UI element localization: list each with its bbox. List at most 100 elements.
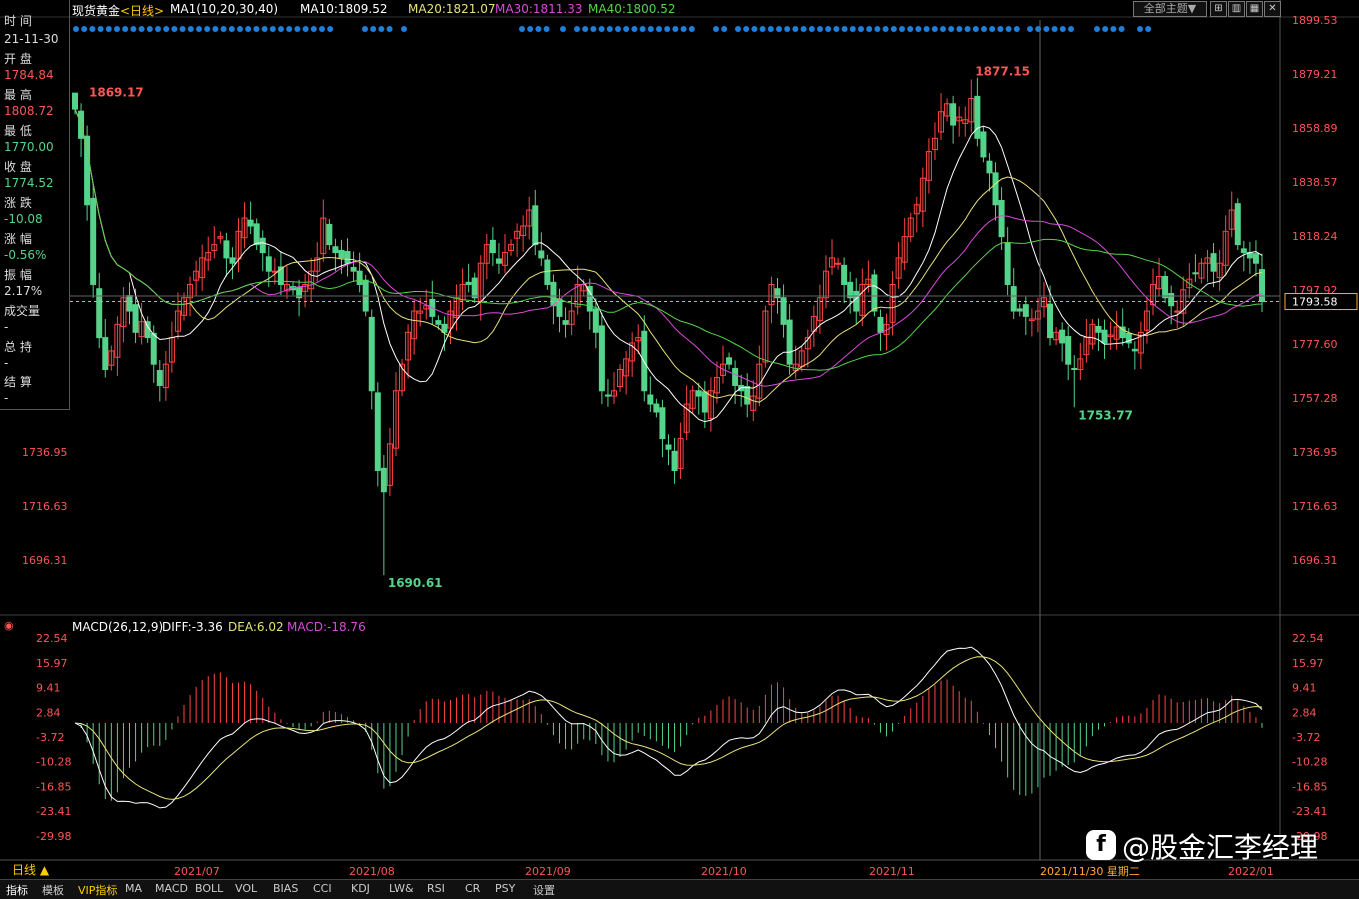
grid-icon[interactable]: ⊞ [1210, 1, 1227, 17]
signal-dot [721, 26, 728, 32]
signal-dot [370, 26, 377, 32]
candle-body [253, 223, 260, 246]
y-tick-label-right: 1716.63 [1292, 500, 1338, 513]
extreme-label: 1753.77 [1078, 408, 1133, 422]
signal-dot [269, 26, 276, 32]
signal-dot [560, 26, 566, 32]
y-tick-label-right: 1818.24 [1292, 230, 1338, 243]
signal-dot [155, 26, 161, 32]
close-label: 收 盘 [4, 160, 32, 174]
indicator-tab[interactable]: 模板 [42, 882, 64, 898]
candle-body [1168, 293, 1175, 307]
amp-value: 2.17% [4, 284, 43, 298]
candle-body [1022, 304, 1029, 317]
theme-dropdown[interactable]: 全部主题▼ [1133, 1, 1207, 17]
low-label: 最 低 [4, 124, 32, 138]
candle-body [338, 249, 345, 259]
signal-dot [220, 26, 227, 32]
instrument-title: 现货黄金 [72, 4, 121, 18]
signal-dot [386, 26, 393, 32]
amp-label: 振 幅 [4, 268, 32, 282]
candle-body [841, 264, 848, 285]
indicator-tab[interactable]: MA [125, 882, 142, 895]
signal-dot [81, 26, 88, 32]
signal-dot [228, 26, 235, 32]
settle-value: - [4, 391, 9, 405]
indicator-tab[interactable]: RSI [427, 882, 445, 895]
signal-dot [1027, 26, 1033, 32]
signal-dot [664, 26, 671, 32]
indicator-tab-bar: 指标 模板 VIP指标 MA MACD BOLL VOL BIAS CCI KDJ LW& RSI CR… [0, 879, 1359, 899]
indicator-tab[interactable]: 设置 [533, 882, 555, 898]
candle-body [877, 316, 884, 333]
candle-body [647, 394, 654, 405]
candle-body [1234, 203, 1241, 246]
candle-body [544, 259, 551, 285]
signal-dot [751, 26, 758, 32]
indicator-tab[interactable]: CR [465, 882, 480, 895]
close-value: 1774.52 [4, 176, 54, 190]
candle-body [495, 258, 502, 264]
candle-body [441, 323, 448, 333]
candle-body [562, 320, 569, 325]
signal-dot [519, 26, 525, 32]
signal-dot [743, 26, 750, 32]
macd-y-tick-right: -10.28 [1292, 756, 1327, 769]
macd-y-tick-right: -23.41 [1292, 805, 1327, 818]
indicator-tab[interactable]: MACD [155, 882, 188, 895]
indicator-tab[interactable]: CCI [313, 882, 332, 895]
settle-label: 结 算 [4, 375, 32, 389]
indicator-tab[interactable]: 指标 [6, 882, 28, 898]
candle-body [592, 308, 599, 333]
watermark-text: @股金汇李经理 [1122, 831, 1319, 864]
signal-dot [179, 26, 186, 32]
open-value: 1784.84 [4, 68, 54, 82]
vol-label: 成交量 [4, 304, 41, 318]
signal-dot [122, 26, 129, 32]
signal-dot [1068, 26, 1074, 32]
signal-dot [825, 26, 832, 32]
candle-body [695, 390, 702, 397]
signal-dot [114, 26, 120, 32]
candle-body [102, 337, 109, 371]
candle-body [871, 274, 878, 312]
signal-dot [713, 26, 719, 32]
indicator-tab[interactable]: VIP指标 [78, 882, 117, 898]
ma-settings-label[interactable]: MA1(10,20,30,40) [170, 2, 278, 16]
indicator-tab[interactable]: BOLL [195, 882, 223, 895]
signal-dot [940, 26, 946, 32]
close-icon[interactable]: ✕ [1264, 1, 1281, 17]
signal-dot [1043, 26, 1050, 32]
signal-dot [535, 26, 542, 32]
pct-label: 涨 幅 [4, 232, 32, 246]
period-button[interactable]: 日线 ▲ [0, 862, 82, 879]
signal-dot [278, 26, 284, 32]
y-tick-label-right: 1858.89 [1292, 122, 1338, 135]
candle-body [1065, 336, 1072, 365]
macd-y-tick-left: -16.85 [36, 781, 71, 794]
indicator-tab[interactable]: LW& [389, 882, 414, 895]
change-label: 涨 跌 [4, 196, 32, 210]
signal-dot [1013, 26, 1020, 32]
signal-dot [866, 26, 873, 32]
signal-dot [964, 26, 971, 32]
y-tick-label-left: 1736.95 [22, 446, 68, 459]
signal-dot [639, 26, 646, 32]
macd-y-tick-left: 22.54 [36, 632, 68, 645]
open-label: 开 盘 [4, 52, 32, 66]
macd-y-tick-left: 2.84 [36, 706, 61, 719]
signal-dot [294, 26, 301, 32]
candle-body [671, 450, 678, 471]
indicator-tab[interactable]: PSY [495, 882, 515, 895]
indicator-tab[interactable]: VOL [235, 882, 257, 895]
y-tick-label-right: 1736.95 [1292, 446, 1338, 459]
indicator-tab[interactable]: KDJ [351, 882, 370, 895]
signal-dot [1094, 26, 1100, 32]
layout-icon[interactable]: ▥ [1228, 1, 1245, 17]
candle-body [229, 257, 236, 264]
period-label[interactable]: <日线> [120, 2, 164, 19]
candle-body [489, 239, 496, 254]
extreme-label: 1690.61 [388, 576, 443, 590]
panel-icon[interactable]: ▦ [1246, 1, 1263, 17]
indicator-tab[interactable]: BIAS [273, 882, 298, 895]
